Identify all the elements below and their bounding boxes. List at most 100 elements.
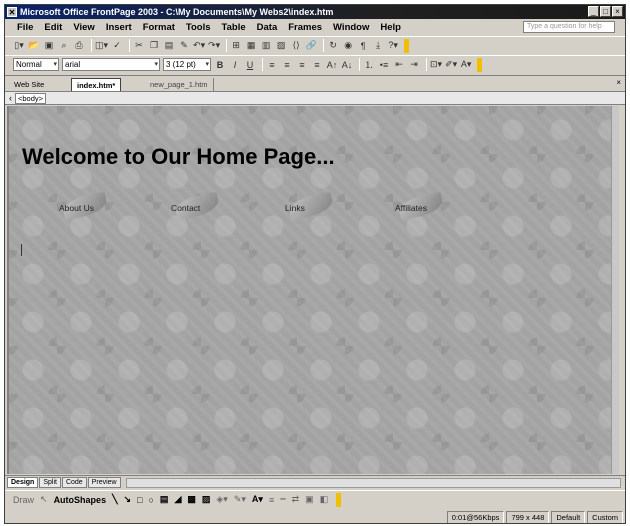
menu-format[interactable]: Format [143,22,175,33]
menu-view[interactable]: View [73,22,94,33]
increase-font-icon[interactable]: A↑ [326,58,338,72]
highlight-icon[interactable]: ✐▾ [445,58,457,72]
chevron-left-icon[interactable]: ‹ [9,93,12,103]
arrow-style-icon[interactable]: ⇄ [292,494,300,505]
oval-icon[interactable]: ○ [148,495,153,505]
rendering-mode[interactable]: Default [551,510,586,523]
toolbar-options[interactable] [336,492,342,507]
menu-file[interactable]: File [17,22,33,33]
tab-preview[interactable]: Preview [87,477,121,488]
decrease-indent-icon[interactable]: ⇤ [393,58,405,72]
font-select[interactable]: arial ▾ [62,58,160,71]
align-center-icon[interactable]: ≡ [281,58,293,72]
open-icon[interactable]: 📂 [28,39,40,53]
frontpage-app-icon[interactable]: ✕ [7,7,17,17]
toolbar-options[interactable] [477,57,483,72]
redo-icon[interactable]: ↷▾ [208,39,220,53]
download-icon[interactable]: ⤓ [372,39,384,53]
borders-icon[interactable]: ⊡▾ [430,58,442,72]
print-icon[interactable]: ⎙ [73,39,85,53]
arrow-icon[interactable]: ↘ [124,494,132,505]
nav-button-affiliates[interactable]: Affiliates [389,191,449,222]
decrease-font-icon[interactable]: A↓ [341,58,353,72]
underline-button[interactable]: U [244,58,256,72]
menu-insert[interactable]: Insert [106,22,132,33]
format-painter-icon[interactable]: ✎ [178,39,190,53]
menu-data[interactable]: Data [257,22,278,33]
design-view-editor[interactable]: Welcome to Our Home Page... About Us Con… [7,106,619,474]
bold-button[interactable]: B [214,58,226,72]
tab-index-htm[interactable]: index.htm* [71,78,122,92]
frame-icon[interactable]: ▥ [260,39,272,53]
tab-code[interactable]: Code [61,477,87,488]
tab-new-page[interactable]: new_page_1.htm [145,78,214,92]
maximize-button[interactable]: □ [600,6,611,17]
web-component-icon[interactable]: ⊞ [230,39,242,53]
search-icon[interactable]: ⌕ [58,39,70,53]
style-select[interactable]: Normal ▾ [13,58,59,71]
save-icon[interactable]: ▣ [43,39,55,53]
stop-icon[interactable]: ◉ [342,39,354,53]
close-button[interactable]: × [612,6,623,17]
cut-icon[interactable]: ✂ [133,39,145,53]
line-style-icon[interactable]: ≡ [269,495,274,505]
font-size-select[interactable]: 3 (12 pt) ▾ [163,58,211,71]
custom-mode[interactable]: Custom [587,510,623,523]
draw-menu-button[interactable]: Draw [13,495,34,505]
toolbar-options[interactable] [404,38,410,53]
close-icon[interactable]: × [616,78,621,87]
font-color-icon[interactable]: A▾ [460,58,472,72]
table-icon[interactable]: ▦ [245,39,257,53]
tab-web-site[interactable]: Web Site [9,78,49,92]
dash-style-icon[interactable]: ┅ [280,494,285,505]
font-color-icon[interactable]: A▾ [252,494,263,505]
help-icon[interactable]: ?▾ [387,39,399,53]
tab-design[interactable]: Design [7,477,39,488]
line-color-icon[interactable]: ✎▾ [234,494,246,505]
align-right-icon[interactable]: ≡ [296,58,308,72]
undo-icon[interactable]: ↶▾ [193,39,205,53]
page-heading[interactable]: Welcome to Our Home Page... [22,144,335,170]
menu-help[interactable]: Help [380,22,401,33]
horizontal-scrollbar[interactable] [125,477,621,488]
new-page-icon[interactable]: ▯▾ [13,39,25,53]
body-tag[interactable]: <body> [15,92,47,104]
line-icon[interactable]: ╲ [112,494,117,505]
picture-icon[interactable]: ▨ [275,39,287,53]
increase-indent-icon[interactable]: ⇥ [408,58,420,72]
align-left-icon[interactable]: ≡ [266,58,278,72]
preview-icon[interactable]: ◫▾ [95,39,108,53]
spelling-icon[interactable]: ✓ [111,39,123,53]
paragraph-icon[interactable]: ¶ [357,39,369,53]
clipart-icon[interactable]: ▩ [187,494,196,505]
rectangle-icon[interactable]: □ [137,495,142,505]
nav-button-contact[interactable]: Contact [165,191,225,222]
vertical-scrollbar[interactable] [611,106,619,474]
select-pointer-icon[interactable]: ↖ [40,494,48,505]
nav-button-links[interactable]: Links [279,191,339,222]
textbox-icon[interactable]: ▤ [160,494,169,505]
menu-tools[interactable]: Tools [186,22,211,33]
autoshapes-menu-button[interactable]: AutoShapes [54,495,107,505]
page-dimensions[interactable]: 799 x 448 [506,510,550,523]
hyperlink-icon[interactable]: 🔗 [305,39,317,53]
numbering-icon[interactable]: ⒈ [363,58,375,72]
download-time[interactable]: 0:01@56Kbps [446,510,505,523]
italic-button[interactable]: I [229,58,241,72]
shadow-icon[interactable]: ▣ [305,494,314,505]
bullets-icon[interactable]: •≡ [378,58,390,72]
3d-icon[interactable]: ◧ [320,494,329,505]
wordart-icon[interactable]: ◢ [174,494,181,505]
insert-picture-icon[interactable]: ▨ [202,494,211,505]
menu-edit[interactable]: Edit [44,22,62,33]
code-view-icon[interactable]: ⟨⟩ [290,39,302,53]
nav-button-about-us[interactable]: About Us [53,191,113,222]
copy-icon[interactable]: ❐ [148,39,160,53]
paste-icon[interactable]: ▤ [163,39,175,53]
menu-window[interactable]: Window [333,22,369,33]
justify-icon[interactable]: ≡ [311,58,323,72]
menu-table[interactable]: Table [222,22,246,33]
refresh-icon[interactable]: ↻ [327,39,339,53]
help-search-input[interactable]: Type a question for help [523,21,615,33]
fill-color-icon[interactable]: ◈▾ [216,494,227,505]
